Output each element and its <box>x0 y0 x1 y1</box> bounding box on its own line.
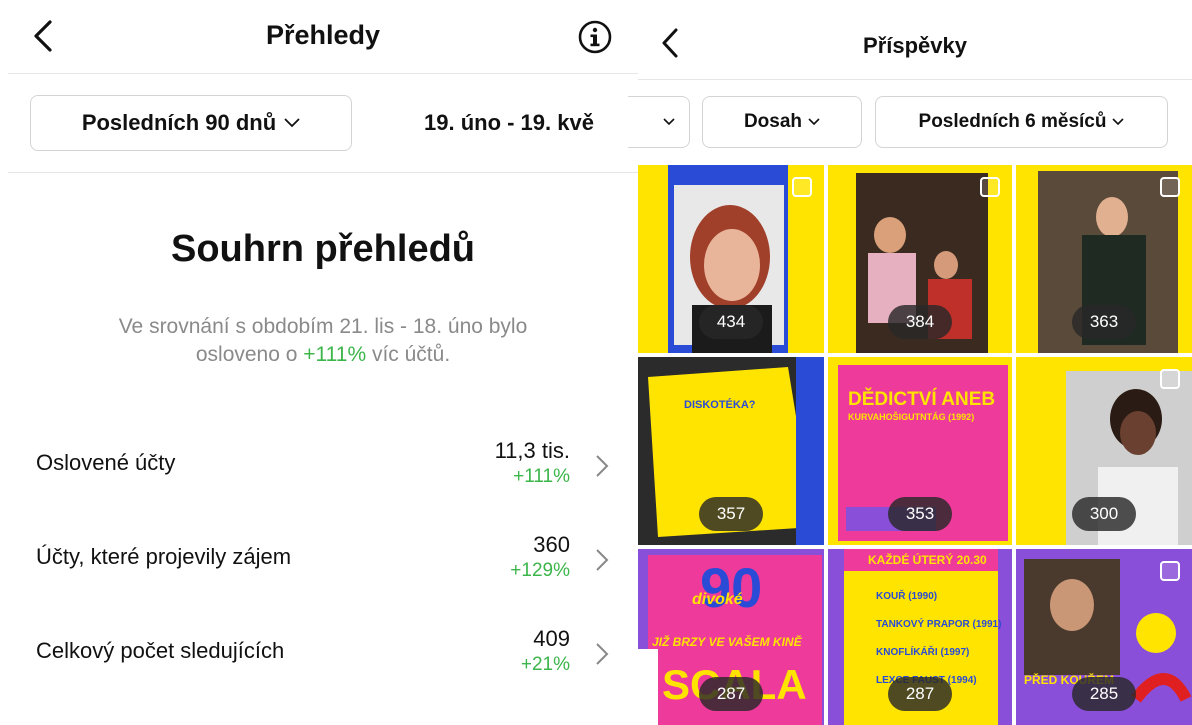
divider <box>8 172 638 173</box>
post-tile[interactable]: 384 <box>828 165 1012 353</box>
post-tile[interactable]: PŘED KOUŘEM 285 <box>1016 549 1192 725</box>
page-title: Přehledy <box>265 20 381 50</box>
post-count-badge: 357 <box>699 497 763 531</box>
filter-chip-label: Posledních 6 měsíců <box>918 111 1107 132</box>
post-tile[interactable]: DISKOTÉKA? 357 <box>638 357 824 545</box>
summary-heading: Souhrn přehledů <box>171 228 475 270</box>
posts-grid: 434 384 363 DISKOTÉKA? 357 DĚDICTVÍ ANEB… <box>638 165 1192 725</box>
post-tile[interactable]: 90 divoké JIŽ BRZY VE VAŠEM KINĚ SCALA 2… <box>638 549 824 725</box>
metric-row-total-followers[interactable]: Celkový počet sledujících 409 +21% <box>36 624 616 684</box>
poster-film: TANKOVÝ PRAPOR (1991) <box>876 619 1002 630</box>
posts-header: Příspěvky <box>638 0 1192 80</box>
metric-change: +129% <box>510 560 570 581</box>
select-checkbox[interactable] <box>1160 561 1180 581</box>
poster-film: KOUŘ (1990) <box>876 591 938 602</box>
metric-change: +111% <box>513 466 570 487</box>
post-count-badge: 287 <box>888 677 952 711</box>
period-dropdown-button[interactable]: Posledních 90 dnů <box>30 95 352 151</box>
filter-chip-metric[interactable]: Dosah <box>702 96 862 148</box>
filter-chip-partial[interactable] <box>628 96 690 148</box>
poster-tagline: JIŽ BRZY VE VAŠEM KINĚ <box>652 635 802 649</box>
post-tile[interactable]: DĚDICTVÍ ANEB KURVAHOŠIGUTNTÁG (1992) 35… <box>828 357 1012 545</box>
info-icon[interactable] <box>578 20 612 54</box>
metric-value: 360 <box>533 532 570 557</box>
post-count-badge: 434 <box>699 305 763 339</box>
chevron-down-icon <box>1112 118 1125 126</box>
chevron-down-icon <box>663 118 675 126</box>
metric-label: Oslovené účty <box>36 450 176 475</box>
filter-chip-label: Dosah <box>743 111 803 132</box>
period-dropdown-label: Posledních 90 dnů <box>81 110 277 135</box>
select-checkbox[interactable] <box>1160 177 1180 197</box>
poster-number: 90 <box>700 556 763 619</box>
chevron-right-icon <box>596 643 609 665</box>
post-count-badge: 287 <box>699 677 763 711</box>
select-checkbox[interactable] <box>792 177 812 197</box>
chevron-down-icon <box>808 118 820 126</box>
post-count-badge: 384 <box>888 305 952 339</box>
date-range-text: 19. úno - 19. kvě <box>424 110 594 135</box>
metric-label: Celkový počet sledujících <box>36 638 285 663</box>
post-tile[interactable]: 300 <box>1016 357 1192 545</box>
poster-film: KNOFLÍKÁŘI (1997) <box>876 647 970 658</box>
poster-script: divoké <box>692 591 743 608</box>
post-count-badge: 353 <box>888 497 952 531</box>
metric-label: Účty, které projevily zájem <box>36 544 292 569</box>
page-title: Příspěvky <box>863 33 967 58</box>
post-tile[interactable]: 434 <box>638 165 824 353</box>
select-checkbox[interactable] <box>1160 369 1180 389</box>
summary-prefix: osloveno o <box>195 343 304 366</box>
summary-highlight: +111% <box>303 343 367 366</box>
insights-header: Přehledy <box>8 0 638 74</box>
select-checkbox[interactable] <box>980 177 1000 197</box>
insights-panel: Přehledy Posledních 90 dnů 19. úno - 19.… <box>0 0 638 725</box>
metric-row-reached-accounts[interactable]: Oslovené účty 11,3 tis. +111% <box>36 436 616 496</box>
summary-description: Ve srovnání s obdobím 21. lis - 18. úno … <box>60 313 586 369</box>
filter-chip-period[interactable]: Posledních 6 měsíců <box>875 96 1168 148</box>
poster-subheading: KURVAHOŠIGUTNTÁG (1992) <box>848 412 975 422</box>
post-tile[interactable]: KAŽDÉ ÚTERÝ 20.30 KOUŘ (1990) TANKOVÝ PR… <box>828 549 1012 725</box>
post-count-badge: 300 <box>1072 497 1136 531</box>
metric-row-engaged-accounts[interactable]: Účty, které projevily zájem 360 +129% <box>36 530 616 590</box>
chevron-right-icon <box>596 455 609 477</box>
summary-suffix: víc účtů. <box>366 343 451 366</box>
post-count-badge: 285 <box>1072 677 1136 711</box>
poster-heading: KAŽDÉ ÚTERÝ 20.30 <box>868 553 987 567</box>
chevron-right-icon <box>596 549 609 571</box>
chevron-down-icon <box>284 118 300 128</box>
metric-value: 11,3 tis. <box>494 438 570 463</box>
metric-value: 409 <box>533 626 570 651</box>
post-count-badge: 363 <box>1072 305 1136 339</box>
summary-line1: Ve srovnání s obdobím 21. lis - 18. úno … <box>118 315 528 338</box>
posts-panel: Příspěvky Dosah Posledních 6 měsíců 434 <box>628 0 1192 725</box>
poster-heading: DISKOTÉKA? <box>684 399 756 411</box>
poster-heading: DĚDICTVÍ ANEB <box>848 389 996 410</box>
metric-change: +21% <box>520 654 570 675</box>
post-tile[interactable]: 363 <box>1016 165 1192 353</box>
